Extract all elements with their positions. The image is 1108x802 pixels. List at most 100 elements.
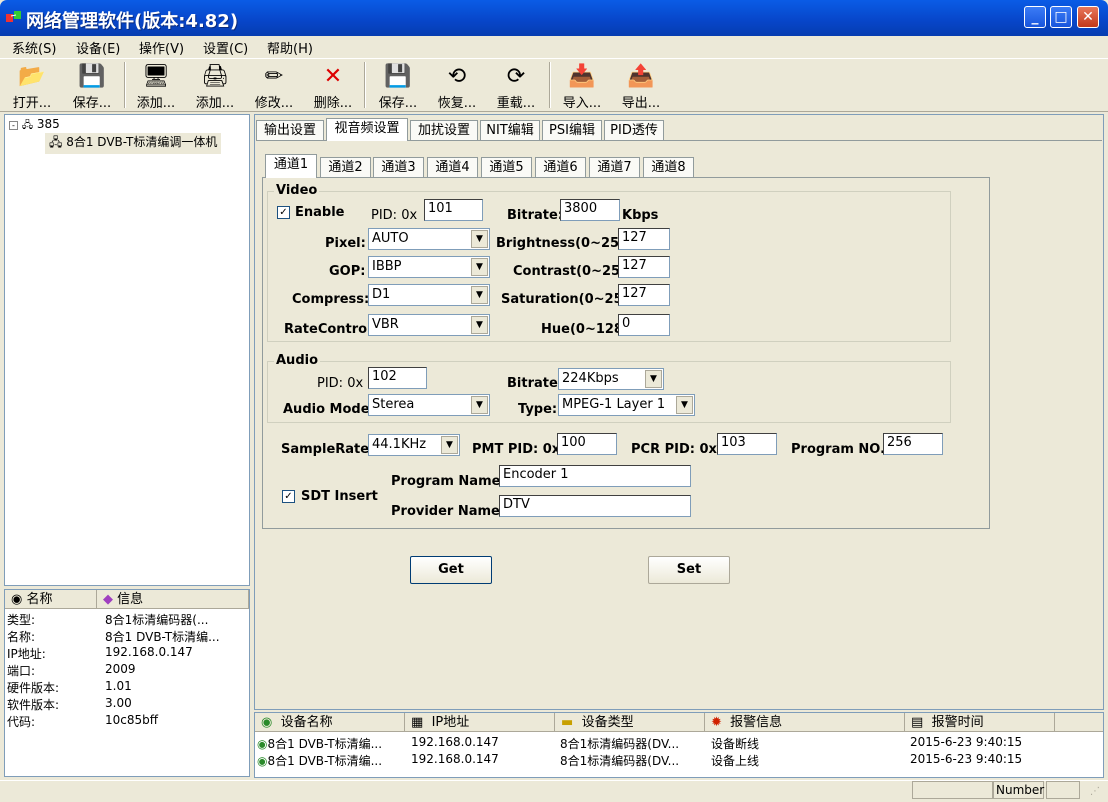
add-module-button[interactable]: 🖨 添加... bbox=[187, 60, 243, 112]
info-header: ◉ 名称 ◆ 信息 bbox=[5, 590, 249, 609]
menu-settings[interactable]: 设置(C) bbox=[203, 38, 248, 57]
save-config-icon: 💾 bbox=[384, 64, 412, 89]
info-header-name[interactable]: ◉ 名称 bbox=[5, 590, 97, 609]
add-device-icon: 🖥 bbox=[142, 64, 170, 89]
chevron-down-icon: ▼ bbox=[645, 370, 662, 388]
pcr-pid-input[interactable]: 103 bbox=[717, 433, 777, 455]
table-row[interactable]: ◉8合1 DVB-T标清编... 192.168.0.147 8合1标清编码器(… bbox=[255, 752, 1103, 769]
sdt-insert-checkbox[interactable]: ✓ bbox=[282, 490, 295, 503]
info-row: 类型: 8合1标清编码器(... bbox=[7, 613, 209, 627]
tab-psi[interactable]: PSI编辑 bbox=[542, 120, 602, 140]
import-button[interactable]: 📥 导入... bbox=[554, 60, 610, 112]
toolbar-separator bbox=[549, 62, 551, 108]
contrast-input[interactable]: 127 bbox=[618, 256, 670, 278]
maximize-button[interactable]: □ bbox=[1050, 6, 1072, 28]
saturation-input[interactable]: 127 bbox=[618, 284, 670, 306]
alarm-list: ◉ 设备名称 ▦ IP地址 ▬ 设备类型 ✹ 报警信息 ▤ 报警时间 ◉8合1 … bbox=[254, 712, 1104, 778]
alarm-col-message[interactable]: ✹ 报警信息 bbox=[705, 713, 905, 732]
menu-device[interactable]: 设备(E) bbox=[76, 38, 120, 57]
tab-channel-6[interactable]: 通道6 bbox=[535, 157, 586, 177]
device-icon: ◉ bbox=[257, 737, 268, 751]
tab-nit[interactable]: NIT编辑 bbox=[480, 120, 540, 140]
pmt-pid-input[interactable]: 100 bbox=[557, 433, 617, 455]
tab-channel-7[interactable]: 通道7 bbox=[589, 157, 640, 177]
edit-button[interactable]: ✏ 修改... bbox=[246, 60, 302, 112]
table-row[interactable]: ◉8合1 DVB-T标清编... 192.168.0.147 8合1标清编码器(… bbox=[255, 735, 1103, 752]
audio-type-select[interactable]: MPEG-1 Layer 1 ▼ bbox=[558, 394, 695, 416]
tab-scramble[interactable]: 加扰设置 bbox=[410, 120, 478, 140]
import-icon: 📥 bbox=[568, 64, 596, 89]
chevron-down-icon: ▼ bbox=[471, 258, 488, 276]
device-info-panel: ◉ 名称 ◆ 信息 类型: 8合1标清编码器(... 名称: 8合1 DVB-T标清… bbox=[4, 589, 250, 777]
alarm-col-device-name[interactable]: ◉ 设备名称 bbox=[255, 713, 405, 732]
sdt-insert-label: SDT Insert bbox=[301, 489, 378, 504]
info-row: 名称: 8合1 DVB-T标清编... bbox=[7, 630, 220, 644]
video-pid-input[interactable]: 101 bbox=[424, 199, 483, 221]
set-button[interactable]: Set bbox=[648, 556, 730, 584]
tab-channel-3[interactable]: 通道3 bbox=[373, 157, 424, 177]
brightness-input[interactable]: 127 bbox=[618, 228, 670, 250]
alarm-col-type[interactable]: ▬ 设备类型 bbox=[555, 713, 705, 732]
menu-operate[interactable]: 操作(V) bbox=[139, 38, 184, 57]
chevron-down-icon: ▼ bbox=[471, 396, 488, 414]
restore-button[interactable]: ⟲ 恢复... bbox=[429, 60, 485, 112]
audio-group-title: Audio bbox=[274, 353, 321, 368]
audio-mode-label: Audio Mode: bbox=[283, 402, 375, 417]
tab-pid[interactable]: PID透传 bbox=[604, 120, 664, 140]
delete-button[interactable]: ✕ 删除... bbox=[305, 60, 361, 112]
tree-item-device[interactable]: 🖧 8合1 DVB-T标清编调一体机 bbox=[45, 133, 222, 154]
add-module-icon: 🖨 bbox=[201, 64, 229, 89]
audio-bitrate-select[interactable]: 224Kbps ▼ bbox=[558, 368, 664, 390]
device-icon: ◉ bbox=[257, 754, 268, 768]
info-header-info[interactable]: ◆ 信息 bbox=[97, 590, 249, 609]
resize-grip[interactable]: ⋰ bbox=[1090, 786, 1104, 800]
ratecontrol-select[interactable]: VBR ▼ bbox=[368, 314, 490, 336]
close-button[interactable]: ✕ bbox=[1077, 6, 1099, 28]
enable-checkbox[interactable]: ✓ bbox=[277, 206, 290, 219]
get-button[interactable]: Get bbox=[410, 556, 492, 584]
tab-av-settings[interactable]: 视音频设置 bbox=[326, 118, 408, 141]
hue-input[interactable]: 0 bbox=[618, 314, 670, 336]
info-row: 软件版本: 3.00 bbox=[7, 696, 132, 712]
menu-help[interactable]: 帮助(H) bbox=[267, 38, 313, 57]
status-pane bbox=[912, 781, 994, 799]
tab-channel-1[interactable]: 通道1 bbox=[265, 154, 317, 178]
tab-output[interactable]: 输出设置 bbox=[256, 120, 324, 140]
add-device-button[interactable]: 🖥 添加... bbox=[128, 60, 184, 112]
video-bitrate-input[interactable]: 3800 bbox=[560, 199, 620, 221]
tab-channel-8[interactable]: 通道8 bbox=[643, 157, 694, 177]
provider-name-input[interactable]: DTV bbox=[499, 495, 691, 517]
chevron-down-icon: ▼ bbox=[676, 396, 693, 414]
audio-mode-select[interactable]: Sterea ▼ bbox=[368, 394, 490, 416]
tab-channel-5[interactable]: 通道5 bbox=[481, 157, 532, 177]
pcr-pid-label: PCR PID: 0x bbox=[631, 442, 717, 457]
gop-select[interactable]: IBBP ▼ bbox=[368, 256, 490, 278]
device-tree[interactable]: - 🖧 385 🖧 8合1 DVB-T标清编调一体机 bbox=[4, 114, 250, 586]
alarm-col-ip[interactable]: ▦ IP地址 bbox=[405, 713, 555, 732]
program-no-input[interactable]: 256 bbox=[883, 433, 943, 455]
menu-system[interactable]: 系统(S) bbox=[12, 38, 56, 57]
samplerate-select[interactable]: 44.1KHz ▼ bbox=[368, 434, 460, 456]
compress-select[interactable]: D1 ▼ bbox=[368, 284, 490, 306]
export-button[interactable]: 📤 导出... bbox=[613, 60, 669, 112]
status-pane bbox=[1046, 781, 1080, 799]
alarm-icon: ✹ bbox=[711, 715, 722, 730]
compress-label: Compress: bbox=[292, 292, 370, 307]
save-config-button[interactable]: 💾 保存... bbox=[370, 60, 426, 112]
pixel-select[interactable]: AUTO ▼ bbox=[368, 228, 490, 250]
open-button[interactable]: 📂 打开... bbox=[4, 60, 60, 112]
program-no-label: Program NO.: bbox=[791, 442, 891, 457]
audio-pid-input[interactable]: 102 bbox=[368, 367, 427, 389]
program-name-input[interactable]: Encoder 1 bbox=[499, 465, 691, 487]
minimize-button[interactable]: _ bbox=[1024, 6, 1046, 28]
network-icon: 🖧 bbox=[21, 120, 33, 131]
window-title: 网络管理软件(版本:4.82) bbox=[26, 11, 239, 32]
chevron-down-icon: ▼ bbox=[471, 286, 488, 304]
tab-channel-2[interactable]: 通道2 bbox=[320, 157, 371, 177]
tab-channel-4[interactable]: 通道4 bbox=[427, 157, 478, 177]
save-button[interactable]: 💾 保存... bbox=[64, 60, 120, 112]
alarm-col-time[interactable]: ▤ 报警时间 bbox=[905, 713, 1055, 732]
collapse-icon[interactable]: - bbox=[9, 121, 18, 130]
reload-button[interactable]: ⟳ 重载... bbox=[488, 60, 544, 112]
gop-label: GOP: bbox=[329, 264, 366, 279]
